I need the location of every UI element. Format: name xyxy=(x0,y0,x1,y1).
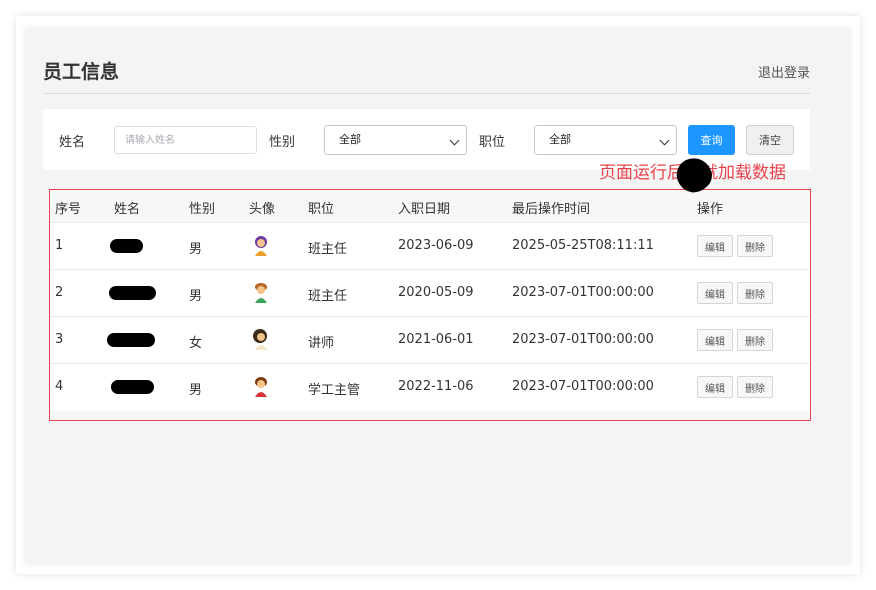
delete-button[interactable]: 删除 xyxy=(737,282,773,304)
table-row: 1 男 班主任 2023-06-09 2025-05-25T08:11:11 编… xyxy=(50,222,810,269)
column-header-name: 姓名 xyxy=(114,202,141,217)
row-index: 4 xyxy=(55,379,64,394)
column-header-job: 职位 xyxy=(308,202,335,217)
row-job: 班主任 xyxy=(308,242,348,257)
row-entry-date: 2020-05-09 xyxy=(398,285,474,300)
column-header-avatar: 头像 xyxy=(249,202,276,217)
row-index: 1 xyxy=(55,238,64,253)
avatar-icon xyxy=(255,283,267,303)
row-update-time: 2025-05-25T08:11:11 xyxy=(512,238,654,253)
table-header: 序号 姓名 性别 头像 职位 入职日期 最后操作时间 操作 xyxy=(50,190,810,222)
row-update-time: 2023-07-01T00:00:00 xyxy=(512,379,654,394)
column-header-entry-date: 入职日期 xyxy=(398,202,451,217)
redacted-name xyxy=(110,239,143,253)
table-row: 4 男 学工主管 2022-11-06 2023-07-01T00:00:00 … xyxy=(50,363,810,410)
column-header-actions: 操作 xyxy=(697,202,724,217)
row-index: 2 xyxy=(55,285,64,300)
delete-button[interactable]: 删除 xyxy=(737,376,773,398)
column-header-gender: 性别 xyxy=(189,202,216,217)
gender-select[interactable]: 全部 xyxy=(324,125,467,155)
row-update-time: 2023-07-01T00:00:00 xyxy=(512,332,654,347)
logout-link[interactable]: 退出登录 xyxy=(758,62,810,81)
row-gender: 男 xyxy=(189,383,203,398)
query-button[interactable]: 查询 xyxy=(688,125,735,155)
redacted-name xyxy=(107,333,155,347)
title-divider xyxy=(43,93,810,94)
gender-select-value: 全部 xyxy=(339,133,361,146)
row-gender: 男 xyxy=(189,242,203,257)
row-job: 班主任 xyxy=(308,289,348,304)
name-search-input[interactable] xyxy=(114,126,257,154)
column-header-update-time: 最后操作时间 xyxy=(512,202,591,217)
row-gender: 女 xyxy=(189,336,203,351)
chevron-down-icon xyxy=(659,135,670,146)
row-entry-date: 2023-06-09 xyxy=(398,238,474,253)
table-footer xyxy=(50,410,810,422)
edit-button[interactable]: 编辑 xyxy=(697,235,733,257)
gender-label: 性别 xyxy=(269,135,296,150)
job-select-value: 全部 xyxy=(549,133,571,146)
edit-button[interactable]: 编辑 xyxy=(697,329,733,351)
edit-button[interactable]: 编辑 xyxy=(697,282,733,304)
row-entry-date: 2021-06-01 xyxy=(398,332,474,347)
row-job: 学工主管 xyxy=(308,383,361,398)
redacted-name xyxy=(111,380,154,394)
job-label: 职位 xyxy=(479,135,506,150)
avatar-icon xyxy=(255,377,267,397)
row-update-time: 2023-07-01T00:00:00 xyxy=(512,285,654,300)
table-row: 3 女 讲师 2021-06-01 2023-07-01T00:00:00 编辑… xyxy=(50,316,810,363)
job-select[interactable]: 全部 xyxy=(534,125,677,155)
delete-button[interactable]: 删除 xyxy=(737,329,773,351)
delete-button[interactable]: 删除 xyxy=(737,235,773,257)
employee-table: 序号 姓名 性别 头像 职位 入职日期 最后操作时间 操作 1 男 班主任 20… xyxy=(50,190,810,422)
column-header-index: 序号 xyxy=(55,202,82,217)
row-index: 3 xyxy=(55,332,64,347)
chevron-down-icon xyxy=(449,135,460,146)
row-job: 讲师 xyxy=(308,336,335,351)
redacted-name xyxy=(109,286,156,300)
row-gender: 男 xyxy=(189,289,203,304)
page-title: 员工信息 xyxy=(43,61,120,83)
row-entry-date: 2022-11-06 xyxy=(398,379,474,394)
avatar-icon xyxy=(253,329,267,350)
name-label: 姓名 xyxy=(59,135,86,150)
edit-button[interactable]: 编辑 xyxy=(697,376,733,398)
table-row: 2 男 班主任 2020-05-09 2023-07-01T00:00:00 编… xyxy=(50,269,810,316)
avatar-icon xyxy=(255,236,267,256)
clear-button[interactable]: 清空 xyxy=(746,125,794,155)
